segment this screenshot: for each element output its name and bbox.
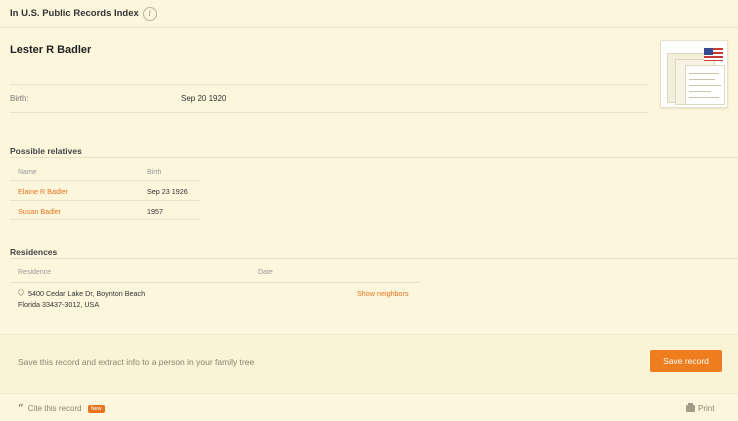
- document-line: [689, 91, 711, 92]
- divider: [10, 157, 738, 158]
- document-line: [689, 97, 719, 98]
- birth-label: Birth:: [10, 94, 29, 103]
- residences-title: Residences: [10, 247, 58, 257]
- divider: [10, 84, 648, 85]
- quote-icon: “: [18, 402, 24, 414]
- relatives-title: Possible relatives: [10, 146, 82, 156]
- document-line: [689, 79, 715, 80]
- save-record-prompt: Save this record and extract info to a p…: [18, 357, 255, 367]
- relative-link[interactable]: Susan Badler: [18, 207, 61, 216]
- show-neighbors-link[interactable]: Show neighbors: [357, 289, 409, 298]
- collection-title: In U.S. Public Records Index: [10, 8, 139, 19]
- residence-address-line1: 5400 Cedar Lake Dr, Boynton Beach: [28, 289, 146, 298]
- residences-col-residence: Residence: [18, 269, 52, 276]
- record-header: In U.S. Public Records Index i: [0, 0, 738, 28]
- print-link[interactable]: Print: [686, 403, 715, 413]
- info-icon[interactable]: i: [142, 6, 157, 21]
- printer-icon: [686, 403, 695, 412]
- divider: [10, 258, 738, 259]
- person-name: Lester R Badler: [10, 44, 92, 56]
- divider: [10, 219, 200, 220]
- birth-value: Sep 20 1920: [181, 94, 227, 103]
- cite-record-link[interactable]: “ Cite this record New: [18, 402, 105, 414]
- residence-address-line2: Florida 33437-3012, USA: [18, 300, 100, 309]
- new-badge: New: [87, 404, 105, 413]
- divider: [10, 282, 420, 283]
- divider: [10, 180, 200, 181]
- save-record-button[interactable]: Save record: [650, 350, 722, 372]
- relative-link[interactable]: Elaine R Badler: [18, 187, 68, 196]
- cite-label: Cite this record: [27, 404, 82, 413]
- location-pin-icon: [16, 287, 26, 297]
- print-label: Print: [698, 404, 715, 413]
- divider: [10, 200, 200, 201]
- document-line: [689, 73, 719, 74]
- us-flag-icon: [704, 48, 723, 61]
- residences-col-date: Date: [258, 269, 273, 276]
- relatives-col-birth: Birth: [147, 169, 162, 176]
- record-image-thumbnail[interactable]: [660, 40, 728, 108]
- divider: [10, 112, 648, 113]
- relatives-col-name: Name: [18, 169, 37, 176]
- document-line: [689, 85, 721, 86]
- relative-birth: Sep 23 1926: [147, 187, 188, 196]
- relative-birth: 1957: [147, 207, 163, 216]
